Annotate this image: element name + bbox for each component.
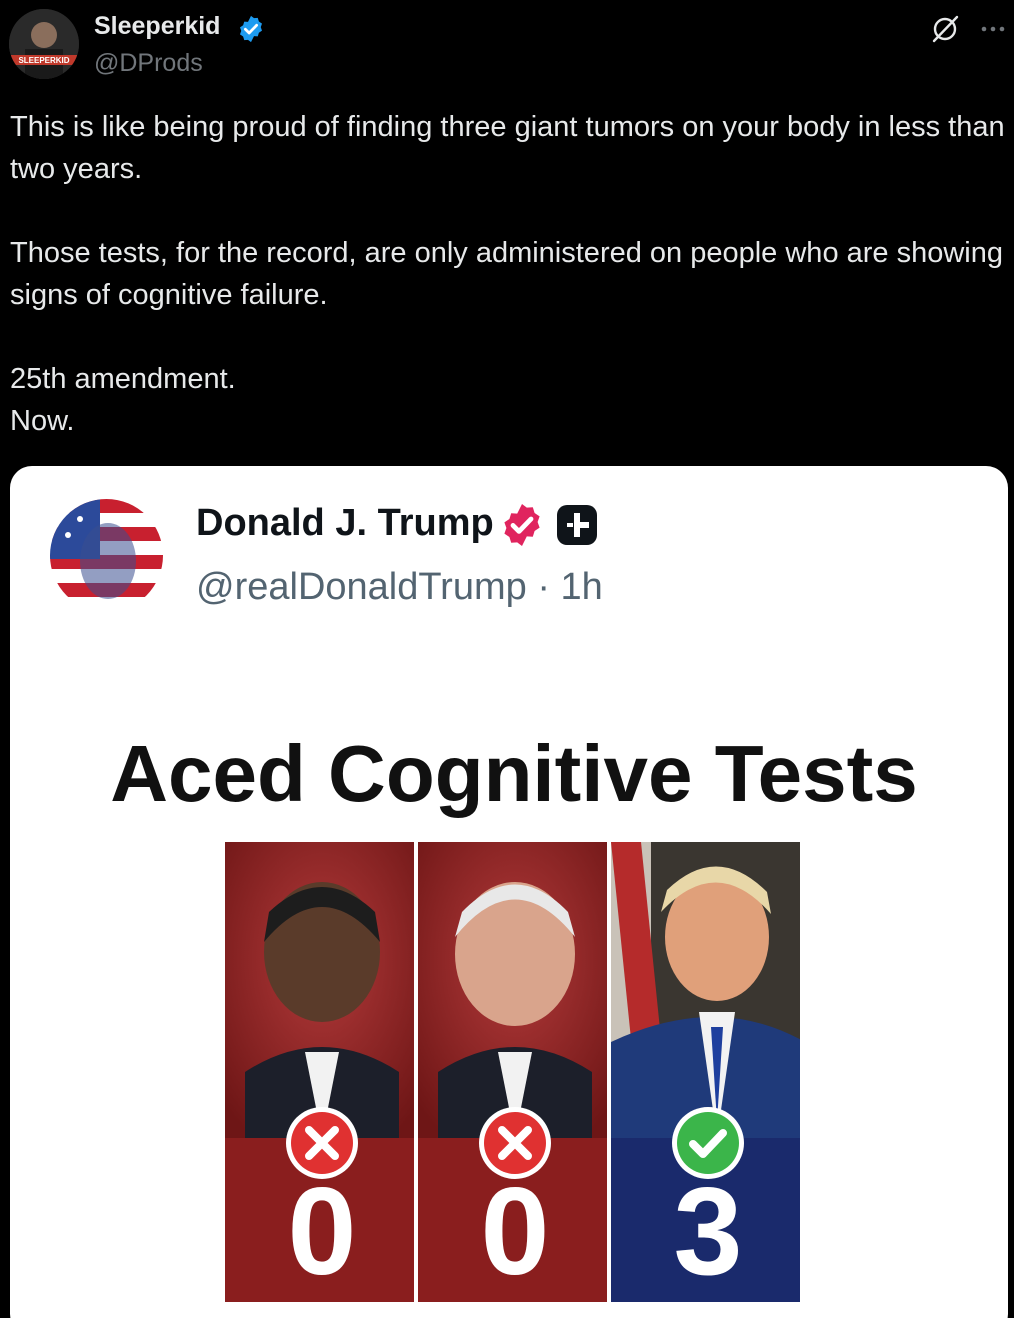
embedded-image[interactable]: Donald J. Trump @realDonaldTrump · 1h Ac… xyxy=(10,466,1008,1318)
timestamp: 1h xyxy=(560,566,603,608)
tweet-line: 25th amendment. xyxy=(10,363,236,395)
score-value: 0 xyxy=(287,1163,357,1301)
portrait-photo xyxy=(225,842,414,1138)
score-panels: 0 0 3 xyxy=(225,842,800,1302)
more-options-icon[interactable] xyxy=(978,14,1008,44)
score-panel: 0 xyxy=(418,842,607,1302)
tweet-line: Now. xyxy=(10,405,75,437)
affiliate-badge-icon xyxy=(556,504,598,546)
score-panel: 3 xyxy=(611,842,800,1302)
score-panel: 0 xyxy=(225,842,414,1302)
verified-badge-icon xyxy=(236,14,266,44)
avatar-text: SLEEPERKID xyxy=(18,56,69,65)
embedded-avatar xyxy=(50,499,163,612)
portrait-photo xyxy=(418,842,607,1138)
grok-icon[interactable] xyxy=(930,14,960,44)
avatar[interactable]: SLEEPERKID xyxy=(9,9,79,79)
score-value: 0 xyxy=(480,1163,550,1301)
separator: · xyxy=(537,566,550,608)
tweet-line: This is like being proud of finding thre… xyxy=(10,111,1005,185)
embedded-display-name: Donald J. Trump xyxy=(196,502,494,544)
score-value: 3 xyxy=(673,1163,743,1301)
post-page: SLEEPERKID Sleeperkid @DProds This is li… xyxy=(0,0,1014,1318)
tweet-line: Those tests, for the record, are only ad… xyxy=(10,237,1003,311)
verified-badge-icon xyxy=(498,501,546,549)
tweet-text: This is like being proud of finding thre… xyxy=(10,106,1010,442)
graphic-title: Aced Cognitive Tests xyxy=(110,729,918,818)
display-name[interactable]: Sleeperkid xyxy=(94,12,220,41)
portrait-photo xyxy=(611,842,800,1138)
handle[interactable]: @DProds xyxy=(94,49,203,78)
embedded-handle-line: @realDonaldTrump · 1h xyxy=(196,566,603,609)
embedded-handle: @realDonaldTrump xyxy=(196,566,527,608)
